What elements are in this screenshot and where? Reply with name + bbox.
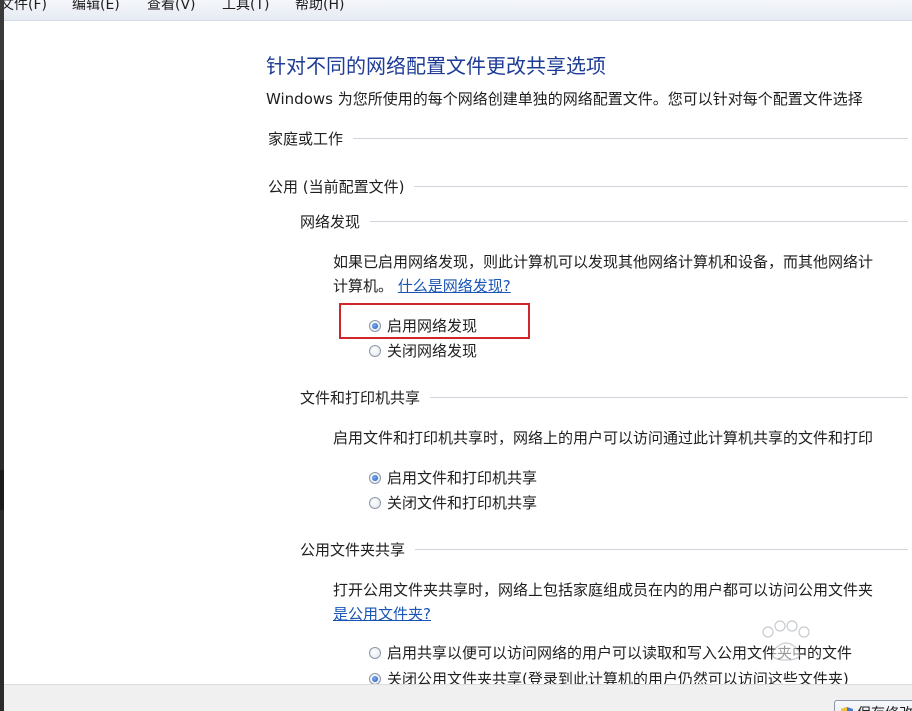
bottom-button-bar: 保存修改	[4, 684, 912, 711]
file-printer-sharing-title: 文件和打印机共享	[300, 389, 421, 407]
divider	[370, 221, 908, 222]
divider	[353, 138, 908, 139]
public-folder-sharing-title: 公用文件夹共享	[300, 541, 406, 559]
public-folder-desc-line1: 打开公用文件夹共享时，网络上包括家庭组成员在内的用户都可以访问公用文件夹	[333, 581, 874, 599]
network-discovery-description: 如果已启用网络发现，则此计算机可以发现其他网络计算机和设备，而其他网络计 计算机…	[333, 250, 873, 298]
menu-tools[interactable]: 工具(T)	[222, 0, 269, 14]
network-discovery-help-link[interactable]: 什么是网络发现?	[398, 277, 511, 295]
disable-file-printer-sharing-label: 关闭文件和打印机共享	[387, 494, 538, 512]
network-discovery-title: 网络发现	[300, 213, 361, 231]
save-changes-label: 保存修改	[857, 703, 912, 711]
disable-file-printer-sharing-radio[interactable]	[369, 496, 381, 509]
file-printer-sharing-description: 启用文件和打印机共享时，网络上的用户可以访问通过此计算机共享的文件和打印	[333, 429, 874, 447]
menu-file[interactable]: 文件(F)	[4, 0, 47, 14]
divider	[415, 549, 908, 550]
enable-public-folder-sharing-radio[interactable]	[369, 646, 381, 659]
enable-file-printer-sharing-label: 启用文件和打印机共享	[387, 469, 538, 487]
disable-network-discovery-label: 关闭网络发现	[387, 342, 478, 360]
profile-public-label: 公用 (当前配置文件)	[268, 178, 405, 196]
file-printer-sharing-header: 文件和打印机共享	[300, 387, 908, 408]
window-left-edge	[0, 0, 4, 711]
menu-edit[interactable]: 编辑(E)	[72, 0, 120, 14]
profile-public[interactable]: 公用 (当前配置文件)	[268, 176, 908, 197]
profile-home-work[interactable]: 家庭或工作	[268, 128, 908, 149]
disable-file-printer-sharing-option[interactable]: 关闭文件和打印机共享	[369, 492, 537, 513]
divider	[430, 397, 908, 398]
enable-file-printer-sharing-radio[interactable]	[369, 471, 381, 484]
red-highlight-box	[339, 303, 530, 339]
profile-home-work-label: 家庭或工作	[268, 130, 344, 148]
network-discovery-header: 网络发现	[300, 211, 908, 232]
page-description: Windows 为您所使用的每个网络创建单独的网络配置文件。您可以针对每个配置文…	[266, 90, 863, 108]
uac-shield-icon	[841, 706, 853, 711]
network-discovery-desc-line1: 如果已启用网络发现，则此计算机可以发现其他网络计算机和设备，而其他网络计	[333, 253, 874, 271]
enable-file-printer-sharing-option[interactable]: 启用文件和打印机共享	[369, 467, 537, 488]
page-title: 针对不同的网络配置文件更改共享选项	[266, 54, 606, 78]
public-folder-help-link[interactable]: 是公用文件夹?	[333, 605, 431, 623]
network-discovery-desc-line2: 计算机。 什么是网络发现?	[333, 277, 511, 295]
menu-help[interactable]: 帮助(H)	[295, 0, 344, 14]
save-changes-button[interactable]: 保存修改	[834, 700, 912, 711]
baidu-watermark-icon	[762, 620, 810, 661]
public-folder-sharing-header: 公用文件夹共享	[300, 539, 908, 560]
divider	[414, 186, 908, 187]
menu-view[interactable]: 查看(V)	[147, 0, 196, 14]
disable-public-folder-sharing-radio[interactable]	[369, 672, 381, 685]
network-sharing-window: 文件(F) 编辑(E) 查看(V) 工具(T) 帮助(H) 针对不同的网络配置文…	[0, 0, 912, 711]
disable-network-discovery-radio[interactable]	[369, 344, 381, 357]
disable-network-discovery-option[interactable]: 关闭网络发现	[369, 340, 477, 361]
menu-bar: 文件(F) 编辑(E) 查看(V) 工具(T) 帮助(H)	[4, 0, 912, 21]
